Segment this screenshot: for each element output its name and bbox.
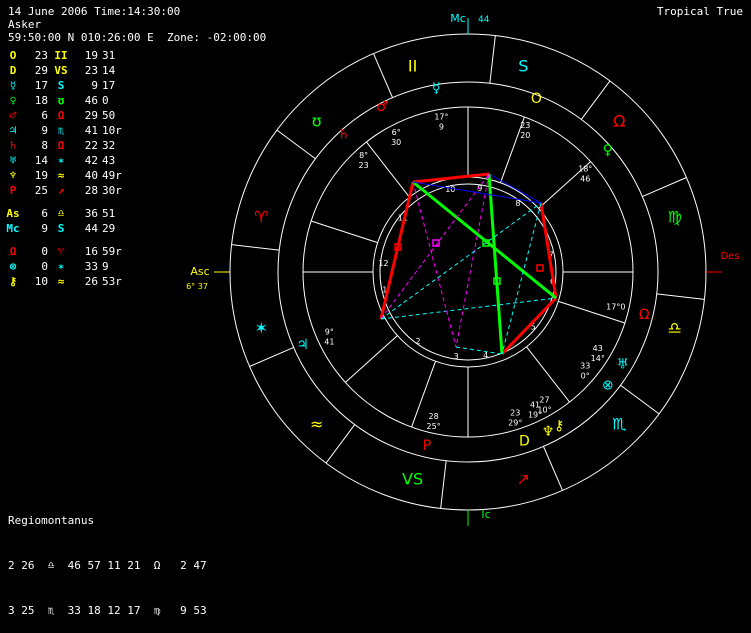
planet-degree-label: 28	[428, 412, 438, 421]
sign-divider	[440, 460, 447, 509]
planet-minute-label: 30	[391, 138, 401, 147]
house-number: 2	[415, 337, 420, 346]
sign-divider	[642, 177, 687, 198]
planet-node-icon: Ω	[639, 307, 650, 323]
ic-label: Ic	[481, 508, 490, 521]
house-cusp-line	[310, 220, 378, 244]
house-cusp-line	[345, 335, 398, 383]
planet-minute-label: 14°	[591, 354, 605, 363]
planet-minute-label: 41	[324, 338, 334, 347]
house-cusp-line	[526, 346, 570, 403]
sign-divider	[325, 424, 356, 464]
des-label: Des	[720, 251, 739, 262]
planet-degree-label: 17°0	[606, 303, 625, 312]
planet-jupiter-icon: ♃	[296, 337, 309, 353]
sign-divider	[580, 80, 611, 120]
house-number: 4	[483, 351, 488, 360]
house-number: 8	[515, 199, 520, 208]
sign-divider	[620, 384, 660, 415]
planet-minute-label: 23	[359, 161, 369, 170]
sign-divider	[249, 346, 294, 367]
planet-degree-label: 33	[580, 361, 590, 370]
aspect-line	[380, 297, 557, 320]
wheel-ring	[229, 33, 707, 511]
house-number: 10	[445, 185, 455, 194]
planet-degree-label: 43	[593, 344, 603, 353]
planet-minute-label: 0°	[581, 371, 590, 380]
aspect-line	[412, 172, 490, 184]
planet-degree-label: 6°	[392, 128, 401, 137]
aspect-line	[500, 296, 558, 356]
planet-moon-icon: D	[519, 434, 530, 450]
sagittarius-icon: ↗	[517, 470, 530, 489]
planet-minute-label: 25°	[426, 422, 440, 431]
planet-degree-label: 17°	[434, 112, 448, 121]
taurus-icon: ʊ	[312, 112, 322, 131]
planet-minute-label: 46	[580, 175, 590, 184]
asc-label: Asc	[190, 265, 209, 278]
house-number: 12	[378, 259, 388, 268]
planet-minute-label: 29°	[508, 419, 522, 428]
planet-degree-label: 9°	[325, 328, 334, 337]
planet-saturn-icon: ♄	[337, 127, 350, 143]
aspect-marker	[536, 264, 544, 272]
planet-chiron-icon: ⚷	[554, 418, 564, 434]
planet-degree-label: 27	[539, 396, 549, 405]
house-cusp-row: 2 26 ♎ 46 57 11 21 Ω 2 47	[8, 559, 207, 572]
aspect-line	[487, 173, 504, 355]
gemini-icon: II	[408, 56, 417, 75]
chart-wheel: 123456789101112 Mc44IcAsc6° 37DesSIIʊ♈✶≈…	[186, 12, 740, 526]
planet-venus-icon: ♀	[603, 143, 613, 159]
planet-uranus-icon: ♅	[616, 357, 629, 373]
cancer-icon: S	[518, 56, 528, 75]
sign-divider	[373, 53, 394, 98]
aspect-line	[455, 346, 503, 355]
planet-degree-label: 8°	[359, 151, 368, 160]
planet-pluto-icon: P	[423, 438, 431, 454]
planet-minute-label: 9	[439, 122, 444, 131]
house-number: 3	[454, 352, 459, 361]
planet-mercury-icon: ☿	[432, 80, 441, 96]
pisces-icon: ✶	[255, 318, 268, 337]
capricorn-icon: VS	[402, 470, 423, 489]
planet-degree-label: 23	[510, 409, 520, 418]
planet-degree-label: 41	[530, 401, 540, 410]
aquarius-icon: ≈	[310, 414, 323, 433]
sign-divider	[276, 129, 316, 160]
planet-minute-label: 19°	[528, 411, 542, 420]
aspect-line	[412, 181, 457, 348]
planet-degree-label: 18°	[578, 165, 592, 174]
house-cusp-line	[366, 141, 410, 198]
sign-divider	[489, 35, 496, 84]
planet-degree-label: 23	[520, 121, 530, 130]
planet-sun-icon: O	[531, 91, 542, 107]
sign-divider	[656, 293, 705, 300]
planet-mars-icon: ♂	[376, 99, 389, 115]
planet-fortune-icon: ⊗	[602, 377, 614, 393]
leo-icon: Ω	[613, 112, 625, 131]
asc-value: 6° 37	[186, 282, 208, 291]
scorpio-icon: ♏	[612, 414, 626, 433]
aries-icon: ♈	[254, 208, 268, 227]
sign-divider	[231, 244, 280, 251]
planet-minute-label: 20	[520, 131, 530, 140]
house-cusp-row: 3 25 ♏ 33 18 12 17 ♍ 9 53	[8, 604, 207, 617]
mc-label: Mc	[450, 12, 466, 25]
libra-icon: ♎	[668, 318, 682, 337]
wheel-ring	[372, 176, 564, 368]
virgo-icon: ♍	[668, 208, 682, 227]
mc-value: 44	[478, 15, 490, 25]
sign-divider	[542, 446, 563, 491]
planet-neptune-icon: ♆	[542, 424, 555, 440]
